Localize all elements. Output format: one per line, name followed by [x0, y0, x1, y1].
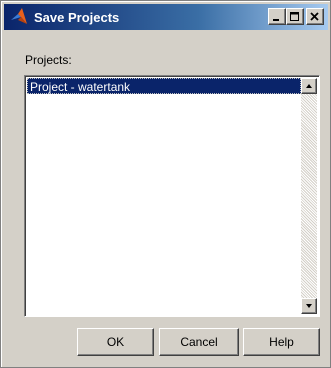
- close-icon: [310, 11, 319, 21]
- maximize-icon: [290, 11, 299, 21]
- close-button[interactable]: [306, 8, 324, 25]
- ok-button[interactable]: OK: [77, 328, 154, 356]
- cancel-button[interactable]: Cancel: [159, 328, 239, 356]
- matlab-logo-icon: [8, 6, 30, 28]
- arrow-down-icon: [306, 304, 312, 308]
- maximize-button[interactable]: [286, 8, 304, 25]
- minimize-button[interactable]: [268, 8, 286, 25]
- projects-list: Project - watertank: [27, 78, 301, 314]
- scroll-down-button[interactable]: [301, 298, 317, 314]
- scroll-up-button[interactable]: [301, 78, 317, 94]
- window-title: Save Projects: [34, 9, 120, 25]
- minimize-icon: [273, 18, 279, 21]
- save-projects-dialog: Save Projects Projects: Project - watert…: [0, 0, 331, 368]
- help-button[interactable]: Help: [243, 328, 320, 356]
- title-bar[interactable]: Save Projects: [4, 4, 328, 30]
- arrow-up-icon: [306, 84, 312, 88]
- projects-listbox[interactable]: Project - watertank: [24, 75, 320, 317]
- list-item-project-watertank[interactable]: Project - watertank: [27, 78, 301, 94]
- projects-label: Projects:: [25, 53, 72, 67]
- vertical-scrollbar[interactable]: [301, 78, 317, 314]
